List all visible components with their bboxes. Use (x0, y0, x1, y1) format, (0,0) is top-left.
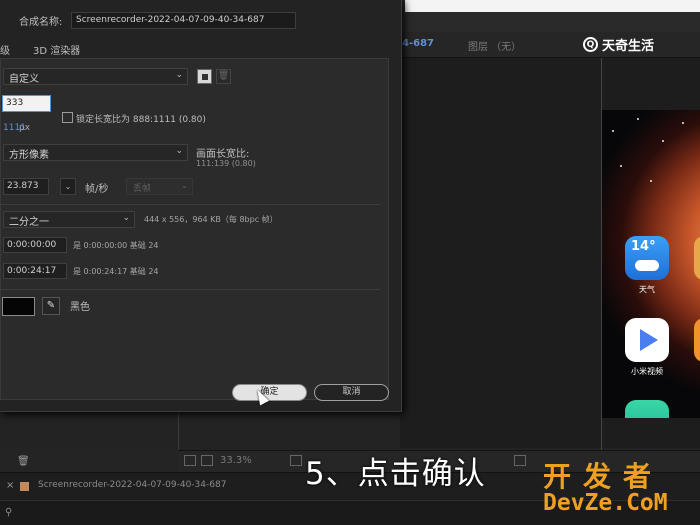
star (637, 118, 639, 120)
star (612, 130, 614, 132)
weather-app-icon[interactable]: 14° (625, 236, 669, 280)
cloud-icon (635, 260, 659, 271)
layer-tab[interactable]: 图层 （无） (468, 38, 521, 53)
phone-screen-preview: 14° 天气 小米视频 (602, 110, 700, 418)
start-timecode-note: 是 0:00:00:00 基础 24 (73, 241, 159, 250)
close-icon[interactable]: × (6, 480, 14, 491)
search-icon[interactable]: ⚲ (5, 507, 12, 518)
brand-logo: Q 天奇生活 (583, 35, 654, 54)
frame-aspect-label: 画面长宽比: (196, 149, 250, 160)
brand-logo-text: 天奇生活 (602, 39, 655, 54)
grid-icon[interactable] (290, 455, 302, 466)
trash-icon[interactable]: 🗑 (17, 456, 30, 467)
composition-settings-dialog: 合成名称: Screenrecorder-2022-04-07-09-40-34… (0, 0, 402, 412)
frame-rate-input[interactable]: 23.873 (3, 178, 49, 195)
logo-mark-icon: Q (583, 37, 598, 52)
app-icon[interactable] (694, 318, 700, 362)
lock-aspect-checkbox[interactable] (62, 112, 73, 123)
step-caption: 5、点击确认 (305, 456, 486, 492)
lock-aspect-label: 锁定长宽比为 888:1111 (0.80) (76, 115, 206, 125)
resolution-dropdown[interactable]: 二分之一 ⌄ (3, 211, 135, 228)
viewer-tab-bar (400, 32, 700, 58)
settings-panel (0, 58, 389, 400)
weather-app-label: 天气 (639, 285, 655, 294)
video-app-icon[interactable] (625, 318, 669, 362)
tab-3d-renderer[interactable]: 3D 渲染器 (33, 42, 80, 57)
star (650, 180, 652, 182)
duration-note: 是 0:00:24:17 基础 24 (73, 267, 159, 276)
pixel-aspect-dropdown[interactable]: 方形像素 ⌄ (3, 144, 188, 161)
watermark-domain: DevZe.CoM (543, 490, 668, 516)
chevron-down-icon: ⌄ (122, 213, 130, 223)
watermark-text: 开发者 (543, 460, 664, 493)
preset-dropdown[interactable]: 自定义 ⌄ (3, 68, 188, 85)
chevron-down-icon: ⌄ (181, 181, 188, 190)
background-color-name: 黑色 (70, 302, 90, 313)
pixel-aspect-value: 方形像素 (9, 150, 49, 161)
width-input[interactable]: 333 (2, 95, 51, 112)
chevron-down-icon: ⌄ (175, 70, 183, 80)
app-icon[interactable] (625, 400, 669, 418)
screen-icon[interactable] (201, 455, 213, 466)
ok-button[interactable]: 确定 (232, 384, 307, 401)
drop-frame-dropdown[interactable]: 丢帧 ⌄ (126, 178, 193, 195)
eyedropper-icon[interactable]: ✎ (42, 297, 60, 315)
panel-divider (178, 412, 179, 450)
resolution-value: 二分之一 (9, 217, 49, 228)
height-unit: px (19, 123, 31, 133)
weather-temp: 14° (631, 239, 656, 254)
composition-color-icon (20, 482, 29, 491)
start-timecode-input[interactable]: 0:00:00:00 (3, 237, 67, 253)
top-white-strip (405, 0, 700, 12)
video-app-label: 小米视频 (631, 367, 663, 376)
zoom-level[interactable]: 33.3% (220, 455, 252, 466)
cancel-button[interactable]: 取消 (314, 384, 389, 401)
resolution-info: 444 x 556，964 KB（每 8bpc 帧） (144, 215, 278, 224)
app-icon[interactable] (694, 236, 700, 280)
camera-icon[interactable] (514, 455, 526, 466)
composition-tab[interactable]: 4-687 (402, 38, 434, 49)
frame-rate-label: 帧/秒 (85, 184, 109, 195)
drop-frame-value: 丢帧 (133, 184, 152, 194)
star (682, 122, 684, 124)
star (620, 165, 622, 167)
section-divider (0, 289, 380, 290)
chevron-down-icon: ⌄ (175, 146, 183, 156)
play-icon (640, 329, 658, 351)
composition-name-label: 合成名称: (19, 17, 63, 28)
duration-input[interactable]: 0:00:24:17 (3, 263, 67, 279)
timeline-tab[interactable]: Screenrecorder-2022-04-07-09-40-34-687 (38, 480, 226, 490)
frame-aspect-value: 111:139 (0.80) (196, 159, 256, 168)
section-divider (0, 204, 380, 205)
delete-preset-icon[interactable]: 🗑 (216, 69, 231, 84)
star (662, 140, 664, 142)
background-color-swatch[interactable] (2, 297, 35, 316)
frame-rate-dropdown[interactable]: ⌄ (60, 178, 76, 195)
composition-name-input[interactable]: Screenrecorder-2022-04-07-09-40-34-687 (71, 12, 296, 29)
monitor-icon[interactable] (184, 455, 196, 466)
tab-basic[interactable]: 级 (0, 42, 10, 57)
save-preset-icon[interactable] (197, 69, 212, 84)
preset-value: 自定义 (9, 74, 39, 85)
